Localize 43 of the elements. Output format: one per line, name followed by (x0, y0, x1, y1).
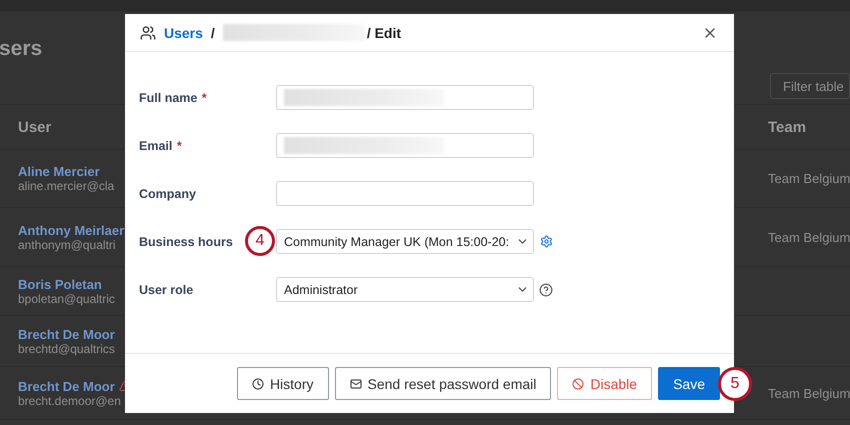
column-header: Team (768, 105, 850, 150)
settings-icon[interactable] (540, 235, 553, 248)
user-name[interactable]: Brecht De Moor (18, 378, 115, 394)
user-email: brecht.demoor@en (18, 394, 121, 408)
team-name: Team Belgium (768, 171, 850, 186)
field-label: Full name (139, 90, 198, 104)
user-name[interactable]: Anthony Meirlaer (18, 222, 124, 238)
user-email: brechtd@qualtrics (18, 342, 115, 356)
user-email: bpoletan@qualtric (18, 292, 115, 306)
required-mark: * (202, 90, 207, 104)
select-field[interactable]: Community Manager UK (Mon 15:00-20: (276, 229, 534, 254)
clock-icon (252, 378, 264, 390)
user-name[interactable]: Brecht De Moor (18, 326, 115, 342)
users-icon (140, 24, 156, 40)
breadcrumb-current: / Edit (366, 24, 402, 40)
input-field[interactable] (276, 181, 534, 206)
field-label: Email (139, 138, 172, 152)
disable-button[interactable]: Disable (557, 367, 652, 400)
page-title: sers (0, 37, 42, 61)
required-mark: * (176, 138, 182, 152)
field-label: User role (139, 282, 194, 296)
breadcrumb-separator: / (210, 24, 215, 40)
input-field[interactable] (276, 133, 534, 158)
user-email: aline.mercier@cla (18, 179, 114, 193)
field-label: Company (139, 186, 196, 200)
breadcrumb-link[interactable]: Users (164, 24, 203, 40)
envelope-icon (350, 378, 362, 390)
input-field[interactable] (276, 85, 534, 110)
step-callout: 4 (245, 226, 275, 256)
user-name[interactable]: Aline Mercier (18, 164, 100, 179)
history-button[interactable]: History (236, 367, 328, 400)
select-field[interactable]: Administrator (276, 277, 534, 302)
team-name: Team Belgium (768, 230, 850, 244)
field-label: Business hours (139, 234, 233, 248)
help-icon[interactable] (539, 282, 553, 296)
filter-field[interactable]: Filter table (770, 73, 850, 99)
team-name: Team Belgium (768, 386, 850, 400)
prohibited-icon (572, 378, 584, 390)
reset-password-button[interactable]: Send reset password email (334, 367, 552, 400)
user-email: anthonym@qualtri (18, 238, 116, 252)
save-button[interactable]: Save (658, 367, 720, 400)
step-callout: 5 (718, 367, 752, 401)
user-name[interactable]: Boris Poletan (18, 276, 102, 292)
